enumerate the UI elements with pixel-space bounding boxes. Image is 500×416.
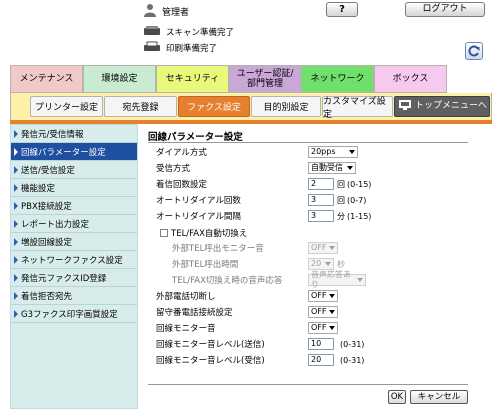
sidebar-item-function[interactable]: 機能設定: [11, 179, 137, 197]
auto-redial-interval-input[interactable]: 3: [308, 210, 334, 222]
printer-icon: [143, 41, 161, 56]
tab-security[interactable]: セキュリティ: [156, 65, 229, 93]
sidebar-item-fax-id[interactable]: 発信元ファクスID登録: [11, 269, 137, 287]
tab-purpose-settings[interactable]: 目的別設定: [251, 96, 321, 117]
monitor-send-range: (0-31): [340, 339, 365, 349]
auto-redial-interval-label: オートリダイアル間隔: [156, 212, 241, 222]
chevron-down-icon: [329, 246, 335, 250]
print-status-text: 印刷準備完了: [166, 44, 218, 54]
arrow-right-icon: [14, 147, 18, 156]
tab-network[interactable]: ネットワーク: [301, 65, 374, 93]
arrow-right-icon: [14, 273, 18, 282]
incoming-rings-unit: 回: [337, 179, 345, 189]
incoming-rings-label: 着信回数設定: [156, 180, 208, 190]
sidebar-item-send-receive[interactable]: 送信/受信設定: [11, 161, 137, 179]
tel-fax-switch-row[interactable]: TEL/FAX自動切換え: [160, 226, 247, 240]
refresh-button[interactable]: [465, 42, 483, 60]
sidebar: 発信元/受信情報 回線パラメーター設定 送信/受信設定 機能設定 PBX接続設定…: [10, 124, 138, 409]
help-button[interactable]: ?: [326, 2, 358, 17]
sidebar-item-line-params[interactable]: 回線パラメーター設定: [11, 143, 137, 161]
sidebar-item-g3-quality[interactable]: G3ファクス印字画質設定: [11, 305, 137, 323]
sidebar-item-report[interactable]: レポート出力設定: [11, 215, 137, 233]
tel-fax-voice-label: TEL/FAX切換え時の音声応答: [172, 276, 283, 286]
monitor-receive-input[interactable]: 20: [308, 354, 334, 366]
logout-button[interactable]: ログアウト: [405, 2, 485, 17]
monitor-icon: [399, 100, 411, 113]
user-icon: [143, 3, 157, 17]
scan-status: スキャン準備完了: [143, 25, 234, 39]
sidebar-item-reject[interactable]: 着信拒否宛先: [11, 287, 137, 305]
answering-machine-label: 留守番電話接続設定: [156, 308, 233, 318]
dial-method-label: ダイアル方式: [156, 148, 207, 158]
arrow-right-icon: [14, 201, 18, 210]
receive-mode-select[interactable]: 自動受信: [308, 162, 356, 174]
arrow-right-icon: [14, 291, 18, 300]
cancel-button[interactable]: キャンセル: [410, 390, 468, 404]
ext-tel-call-time-unit: 秒: [337, 259, 345, 269]
tab-maintenance[interactable]: メンテナンス: [10, 65, 83, 93]
auto-redial-count-label: オートリダイアル回数: [156, 196, 241, 206]
chevron-down-icon: [349, 150, 355, 154]
arrow-right-icon: [14, 309, 18, 318]
auto-redial-count-input[interactable]: 3: [308, 194, 334, 206]
refresh-icon: [468, 45, 480, 57]
arrow-right-icon: [14, 219, 18, 228]
arrow-right-icon: [14, 165, 18, 174]
sidebar-item-pbx[interactable]: PBX接続設定: [11, 197, 137, 215]
incoming-rings-input[interactable]: 2: [308, 178, 334, 190]
chevron-down-icon: [329, 310, 335, 314]
chevron-down-icon: [347, 166, 353, 170]
tab-fax-settings[interactable]: ファクス設定: [178, 96, 250, 117]
answering-machine-select[interactable]: OFF: [308, 306, 338, 318]
ext-tel-monitor-select[interactable]: OFF: [308, 242, 338, 254]
chevron-down-icon: [325, 262, 331, 266]
tel-fax-switch-checkbox[interactable]: [160, 229, 168, 237]
line-monitor-label: 回線モニター音: [156, 324, 216, 334]
ext-phone-disconnect-select[interactable]: OFF: [308, 290, 338, 302]
scanner-icon: [143, 25, 161, 40]
ext-tel-call-time-label: 外部TEL呼出時間: [172, 260, 239, 270]
chevron-down-icon: [329, 294, 335, 298]
line-monitor-select[interactable]: OFF: [308, 322, 338, 334]
arrow-right-icon: [14, 255, 18, 264]
arrow-right-icon: [14, 183, 18, 192]
print-status: 印刷準備完了: [143, 41, 217, 55]
monitor-send-input[interactable]: 10: [308, 338, 334, 350]
auto-redial-interval-unit: 分: [337, 211, 345, 221]
auto-redial-interval-range: (1-15): [347, 211, 372, 221]
top-menu-button[interactable]: トップメニューへ: [394, 96, 490, 117]
auto-redial-count-unit: 回: [337, 195, 345, 205]
tab-environment[interactable]: 環境設定: [83, 65, 156, 93]
tab-user-auth[interactable]: ユーザー認証/部門管理: [229, 65, 301, 93]
tab-customize-settings[interactable]: カスタマイズ設定: [322, 96, 393, 120]
tab-box[interactable]: ボックス: [374, 65, 447, 93]
user-label: 管理者: [162, 8, 190, 18]
monitor-send-label: 回線モニター音レベル(送信): [156, 340, 265, 350]
auto-redial-count-range: (0-7): [347, 195, 367, 205]
monitor-receive-label: 回線モニター音レベル(受信): [156, 356, 265, 366]
sidebar-item-sender-info[interactable]: 発信元/受信情報: [11, 125, 137, 143]
divider: [148, 384, 468, 385]
ext-tel-call-time-select[interactable]: 20: [308, 258, 334, 270]
scan-status-text: スキャン準備完了: [166, 28, 235, 38]
tab-printer-settings[interactable]: プリンター設定: [30, 96, 103, 117]
ok-button[interactable]: OK: [388, 390, 406, 404]
receive-mode-label: 受信方式: [156, 164, 191, 174]
page-title: 回線パラメーター設定: [148, 132, 243, 143]
tab-address-register[interactable]: 宛先登録: [104, 96, 177, 117]
arrow-right-icon: [14, 129, 18, 138]
main-tabs: メンテナンス 環境設定 セキュリティ ユーザー認証/部門管理 ネットワーク ボッ…: [10, 65, 492, 93]
tel-fax-voice-select[interactable]: 音声応答あり: [308, 270, 366, 289]
dial-method-select[interactable]: 20pps: [308, 146, 358, 158]
sidebar-item-network-fax[interactable]: ネットワークファクス設定: [11, 251, 137, 269]
ext-phone-disconnect-label: 外部電話切断し: [156, 292, 216, 302]
chevron-down-icon: [329, 326, 335, 330]
sidebar-item-extra-line[interactable]: 増設回線設定: [11, 233, 137, 251]
incoming-rings-range: (0-15): [347, 179, 372, 189]
monitor-receive-range: (0-31): [340, 355, 365, 365]
ext-tel-monitor-label: 外部TEL呼出モニター音: [172, 244, 264, 254]
divider: [148, 142, 468, 143]
chevron-down-icon: [357, 278, 363, 282]
arrow-right-icon: [14, 237, 18, 246]
